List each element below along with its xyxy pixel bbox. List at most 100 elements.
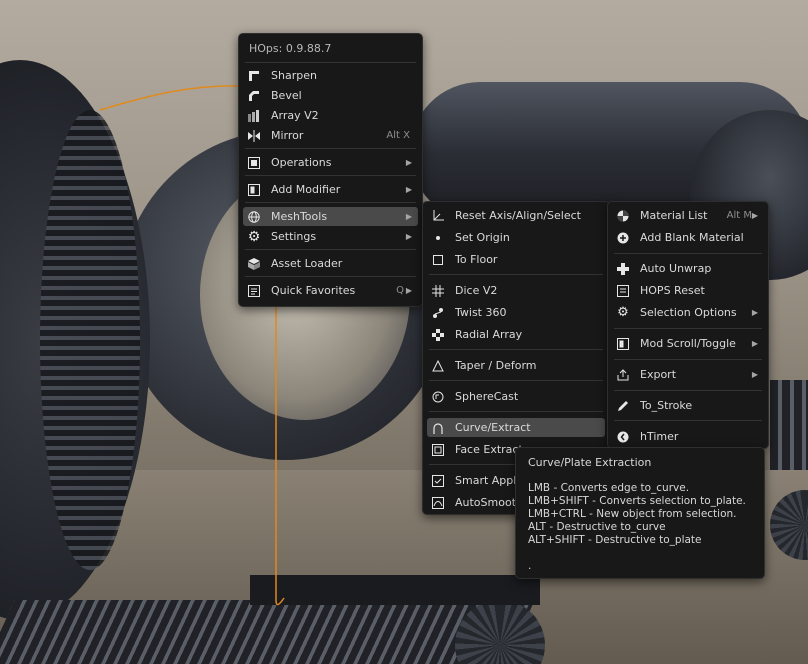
menu-item-material-list[interactable]: Material List Alt M ▶	[612, 206, 764, 225]
menu-item-mod-scroll-toggle[interactable]: Mod Scroll/Toggle ▶	[612, 334, 764, 353]
timer-icon	[616, 430, 630, 444]
menu-item-twist-360[interactable]: Twist 360	[427, 303, 605, 322]
asset-loader-icon	[247, 257, 261, 271]
menu-item-add-blank-material[interactable]: Add Blank Material	[612, 228, 764, 247]
tooltip-line: ALT+SHIFT - Destructive to_plate	[528, 534, 702, 546]
submenu-arrow-icon: ▶	[405, 185, 412, 194]
menu-item-htimer[interactable]: hTimer	[612, 427, 764, 446]
menu-item-radial-array[interactable]: Radial Array	[427, 325, 605, 344]
separator	[245, 202, 416, 203]
menu-item-set-origin[interactable]: Set Origin	[427, 228, 605, 247]
menu-item-operations[interactable]: Operations ▶	[243, 153, 418, 172]
menu-item-label: Twist 360	[455, 306, 507, 319]
menu-item-add-modifier[interactable]: Add Modifier ▶	[243, 180, 418, 199]
menu-item-curve-extract[interactable]: Curve/Extract	[427, 418, 605, 437]
menu-item-label: Quick Favorites	[271, 284, 356, 297]
menu-item-label: Selection Options	[640, 306, 737, 319]
menu-item-label: Add Blank Material	[640, 231, 744, 244]
curve-icon	[431, 421, 445, 435]
dot-icon	[431, 231, 445, 245]
submenu-arrow-icon: ▶	[405, 158, 412, 167]
menu-item-meshtools[interactable]: MeshTools ▶	[243, 207, 418, 226]
menu-item-spherecast[interactable]: SphereCast	[427, 387, 605, 406]
menu-item-label: Reset Axis/Align/Select	[455, 209, 581, 222]
smart-apply-icon	[431, 474, 445, 488]
menu-item-dice-v2[interactable]: Dice V2	[427, 281, 605, 300]
tooltip-line: LMB+CTRL - New object from selection.	[528, 508, 737, 520]
material-icon	[616, 209, 630, 223]
menu-item-label: Material List	[640, 209, 708, 222]
menu-item-label: Mirror	[271, 129, 304, 142]
menu-item-selection-options[interactable]: ⚙ Selection Options ▶	[612, 303, 764, 322]
submenu-arrow-icon: ▶	[751, 211, 758, 220]
submenu-arrow-icon: ▶	[405, 212, 412, 221]
separator	[429, 411, 603, 412]
menu-item-label: SphereCast	[455, 390, 519, 403]
hops-reset-icon	[616, 284, 630, 298]
menu-item-label: Radial Array	[455, 328, 523, 341]
menu-item-settings[interactable]: ⚙ Settings ▶	[243, 227, 418, 246]
taper-icon	[431, 359, 445, 373]
menu-item-sharpen[interactable]: Sharpen	[243, 66, 418, 85]
menu-item-mirror[interactable]: Mirror Alt X	[243, 126, 418, 145]
menu-item-label: AutoSmooth	[455, 496, 523, 509]
separator	[614, 253, 762, 254]
menu-item-quick-favorites[interactable]: Quick Favorites Q ▶	[243, 281, 418, 300]
menu-item-label: hTimer	[640, 430, 679, 443]
gear-icon: ⚙	[247, 228, 261, 245]
tooltip-title: Curve/Plate Extraction	[528, 456, 652, 469]
right-submenu: Material List Alt M ▶ Add Blank Material…	[607, 201, 769, 449]
menu-item-label: Curve/Extract	[455, 421, 531, 434]
menu-item-label: Dice V2	[455, 284, 498, 297]
menu-item-label: Add Modifier	[271, 183, 341, 196]
tooltip-line: LMB+SHIFT - Converts selection to_plate.	[528, 495, 746, 507]
separator	[245, 249, 416, 250]
menu-item-taper-deform[interactable]: Taper / Deform	[427, 356, 605, 375]
shortcut-hint: Q	[396, 285, 404, 296]
menu-item-label: Array V2	[271, 109, 319, 122]
shortcut-hint: Alt X	[386, 130, 410, 141]
add-modifier-icon	[247, 183, 261, 197]
export-icon	[616, 368, 630, 382]
selection-options-icon: ⚙	[617, 305, 629, 320]
separator	[614, 420, 762, 421]
menu-item-auto-unwrap[interactable]: Auto Unwrap	[612, 259, 764, 278]
submenu-arrow-icon: ▶	[405, 232, 412, 241]
operations-icon	[247, 156, 261, 170]
tooltip-line: LMB - Converts edge to_curve.	[528, 482, 690, 494]
menu-item-export[interactable]: Export ▶	[612, 365, 764, 384]
autosmooth-icon	[431, 496, 445, 510]
separator	[614, 359, 762, 360]
tooltip-line: ALT - Destructive to_curve	[528, 521, 666, 533]
separator	[245, 62, 416, 63]
menu-item-bevel[interactable]: Bevel	[243, 86, 418, 105]
tooltip-line: .	[528, 560, 532, 572]
menu-item-to-stroke[interactable]: To_Stroke	[612, 396, 764, 415]
menu-header: HOps: 0.9.88.7	[249, 42, 332, 55]
menu-item-asset-loader[interactable]: Asset Loader	[243, 254, 418, 273]
twist-icon	[431, 306, 445, 320]
menu-item-label: Auto Unwrap	[640, 262, 712, 275]
menu-item-to-floor[interactable]: To Floor	[427, 250, 605, 269]
menu-item-array-v2[interactable]: Array V2	[243, 106, 418, 125]
pencil-icon	[616, 399, 630, 413]
menu-item-label: Export	[640, 368, 677, 381]
menu-item-reset-axis[interactable]: Reset Axis/Align/Select	[427, 206, 605, 225]
menu-item-label: To_Stroke	[640, 399, 693, 412]
favorites-icon	[247, 284, 261, 298]
submenu-arrow-icon: ▶	[751, 370, 758, 379]
separator	[429, 349, 603, 350]
menu-item-hops-reset[interactable]: HOPS Reset	[612, 281, 764, 300]
sharpen-icon	[247, 69, 261, 83]
menu-item-label: Settings	[271, 230, 317, 243]
submenu-arrow-icon: ▶	[751, 339, 758, 348]
separator	[614, 328, 762, 329]
menu-item-label: Taper / Deform	[455, 359, 537, 372]
shortcut-hint: Alt M	[726, 210, 752, 221]
face-extract-icon	[431, 443, 445, 457]
menu-item-label: To Floor	[455, 253, 498, 266]
menu-item-label: MeshTools	[271, 210, 328, 223]
tooltip-curve-extract: Curve/Plate Extraction LMB - Converts ed…	[515, 447, 765, 579]
submenu-arrow-icon: ▶	[405, 286, 412, 295]
spherecast-icon	[431, 390, 445, 404]
